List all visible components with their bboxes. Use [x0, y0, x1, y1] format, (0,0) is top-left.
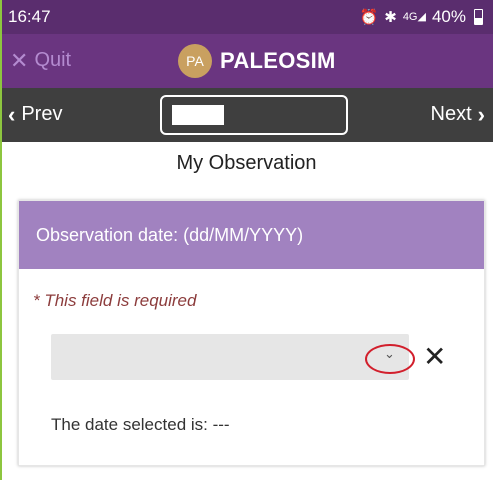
field-label: Observation date: (dd/MM/YYYY): [36, 225, 304, 245]
left-border: [0, 0, 2, 480]
next-button[interactable]: Next ›: [431, 103, 485, 126]
status-time: 16:47: [8, 7, 51, 26]
next-label: Next: [430, 103, 472, 125]
navigation-bar: ‹ Prev Next ›: [0, 88, 493, 142]
app-brand: PA PALEOSIM: [178, 44, 336, 78]
page-selector[interactable]: [160, 95, 348, 135]
prev-label: Prev: [21, 103, 63, 125]
quit-label: Quit: [34, 49, 72, 71]
status-bar: 16:47 ⏰ ✱ 4G◢ 40%: [0, 0, 493, 34]
signal-icon: 4G◢: [402, 10, 426, 23]
field-header: Observation date: (dd/MM/YYYY): [19, 201, 484, 269]
required-message: * This field is required: [33, 291, 197, 310]
observation-date-card: Observation date: (dd/MM/YYYY) * This fi…: [18, 200, 485, 466]
clear-date-button[interactable]: ✕: [423, 342, 446, 372]
date-select[interactable]: [51, 334, 409, 380]
app-bar: ✕ Quit PA PALEOSIM: [0, 34, 493, 88]
chevron-down-icon[interactable]: ⌄: [384, 346, 395, 362]
chevron-left-icon: ‹: [8, 101, 16, 127]
app-name: PALEOSIM: [220, 48, 336, 73]
chevron-right-icon: ›: [477, 101, 485, 127]
alarm-clock-icon: ⏰: [359, 8, 379, 26]
page-title: My Observation: [176, 152, 317, 174]
prev-button[interactable]: ‹ Prev: [8, 103, 62, 126]
signal-label: 4G: [402, 10, 418, 23]
status-indicators: ⏰ ✱ 4G◢ 40%: [360, 7, 483, 27]
battery-percent: 40%: [431, 7, 466, 26]
quit-button[interactable]: ✕ Quit: [10, 49, 71, 72]
battery-icon: [474, 9, 483, 25]
close-icon: ✕: [10, 47, 29, 73]
page-selector-value: [172, 105, 224, 125]
app-logo: PA: [178, 44, 212, 78]
logo-text: PA: [186, 53, 204, 69]
date-selected-text: The date selected is: ---: [51, 415, 230, 434]
bluetooth-icon: ✱: [384, 8, 397, 26]
